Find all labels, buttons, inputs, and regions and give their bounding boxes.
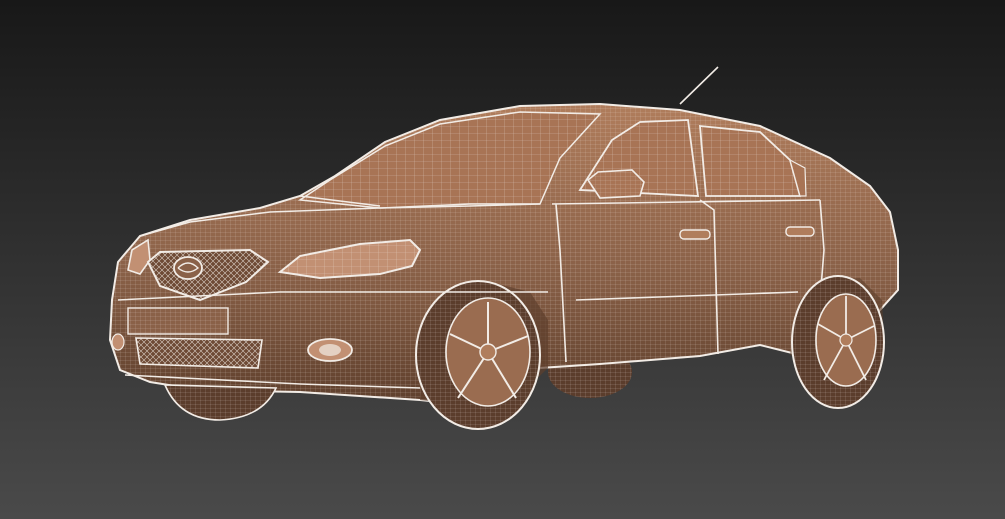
side-mirror	[586, 169, 645, 199]
render-viewport	[0, 0, 1005, 519]
front-right-wheel	[415, 280, 541, 430]
lower-grille	[135, 337, 263, 369]
rear-right-wheel	[791, 275, 885, 409]
car-wireframe-render	[0, 0, 1005, 519]
